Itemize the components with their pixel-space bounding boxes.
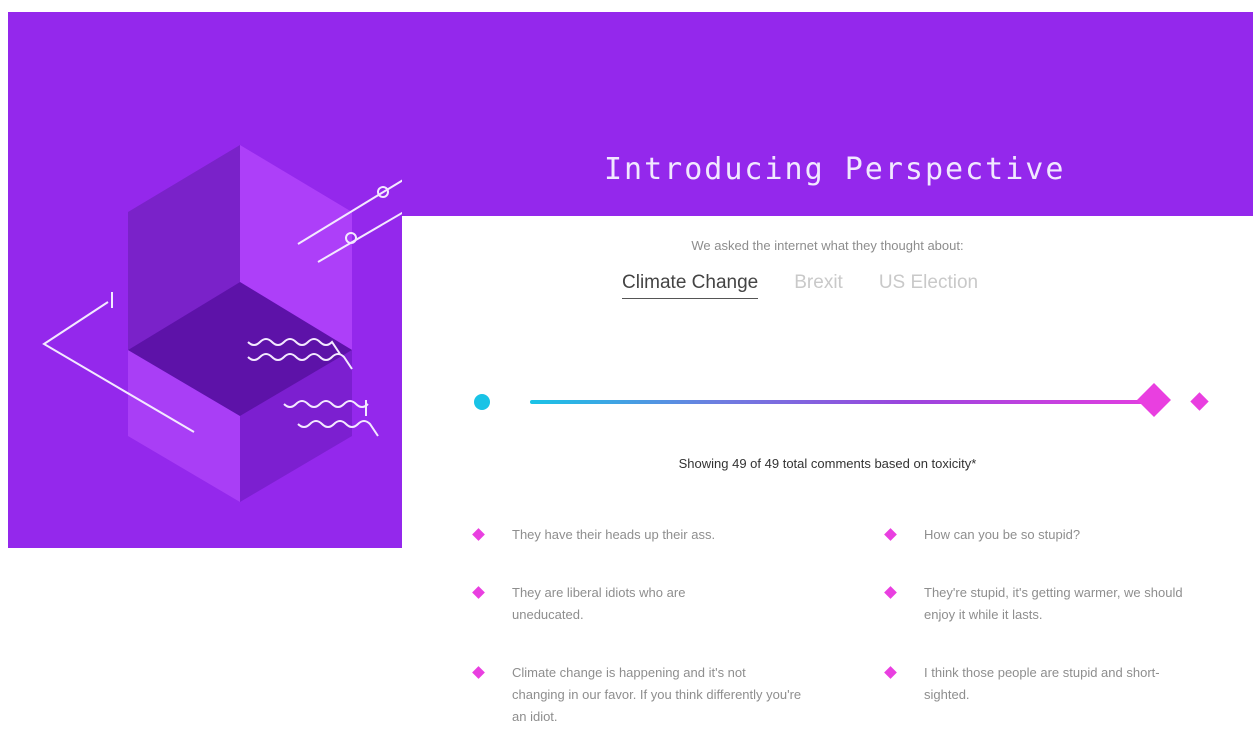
slider-track[interactable]	[530, 400, 1154, 404]
diamond-icon	[884, 528, 897, 541]
comment-item: They have their heads up their ass.	[472, 524, 774, 546]
comment-text: How can you be so stupid?	[924, 527, 1081, 542]
diamond-icon	[472, 586, 485, 599]
comment-text: Climate change is happening and it's not…	[512, 665, 802, 724]
content-card: We asked the internet what they thought …	[402, 216, 1253, 742]
comment-item: They're stupid, it's getting warmer, we …	[884, 582, 1216, 626]
comment-count-summary: Showing 49 of 49 total comments based on…	[678, 456, 977, 471]
comment-item: Climate change is happening and it's not…	[472, 662, 801, 728]
page: Introducing Perspective We asked the int…	[0, 0, 1253, 742]
comment-item: How can you be so stupid?	[884, 524, 1186, 546]
tab-us-election[interactable]: US Election	[879, 272, 978, 299]
diamond-icon	[884, 666, 897, 679]
comment-item: I think those people are stupid and shor…	[884, 662, 1186, 706]
tab-climate-change[interactable]: Climate Change	[622, 272, 759, 299]
topic-tabs: Climate Change Brexit US Election	[622, 272, 978, 299]
isometric-box-icon	[42, 145, 402, 502]
page-title: Introducing Perspective	[604, 152, 1066, 187]
comment-item: They are liberal idiots who are uneducat…	[472, 582, 764, 626]
tab-brexit[interactable]: Brexit	[794, 272, 843, 299]
diamond-icon	[884, 586, 897, 599]
comment-text: I think those people are stupid and shor…	[924, 665, 1160, 702]
slider-end-diamond-icon	[1190, 392, 1209, 411]
toxicity-slider[interactable]	[468, 383, 1218, 420]
comment-text: They have their heads up their ass.	[512, 527, 716, 542]
hero-illustration	[8, 12, 402, 548]
diamond-icon	[472, 666, 485, 679]
comment-text: They are liberal idiots who are uneducat…	[512, 585, 686, 622]
slider-start-dot	[474, 394, 490, 410]
comment-text: They're stupid, it's getting warmer, we …	[924, 585, 1183, 622]
diamond-icon	[472, 528, 485, 541]
slider-thumb-diamond-icon[interactable]	[1137, 383, 1171, 417]
intro-text: We asked the internet what they thought …	[691, 238, 964, 253]
